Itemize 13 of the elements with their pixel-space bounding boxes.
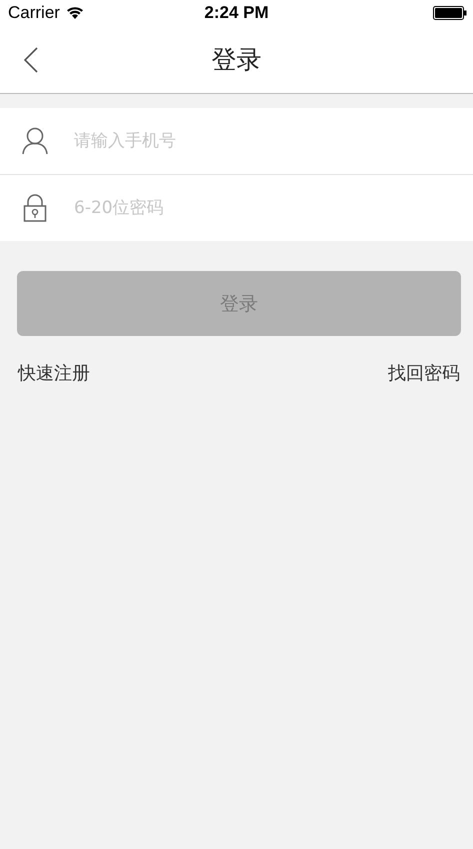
input-field[interactable]: 6-20位密码 bbox=[72, 197, 416, 219]
wifi-icon bbox=[66, 6, 84, 19]
lock-icon bbox=[22, 194, 48, 222]
carrier-name: Carrier bbox=[8, 2, 60, 22]
user-icon bbox=[22, 127, 48, 155]
back-icon bbox=[24, 47, 38, 73]
text-link[interactable]: 快速注册 bbox=[18, 361, 90, 385]
text-link[interactable]: 找回密码 bbox=[388, 361, 460, 385]
input-field[interactable]: 请输入手机号 bbox=[72, 130, 416, 152]
page-title: 登录 bbox=[212, 44, 262, 76]
clock-time: 2:24 PM bbox=[204, 2, 269, 22]
back-button[interactable] bbox=[22, 45, 40, 75]
battery-icon bbox=[433, 6, 467, 20]
